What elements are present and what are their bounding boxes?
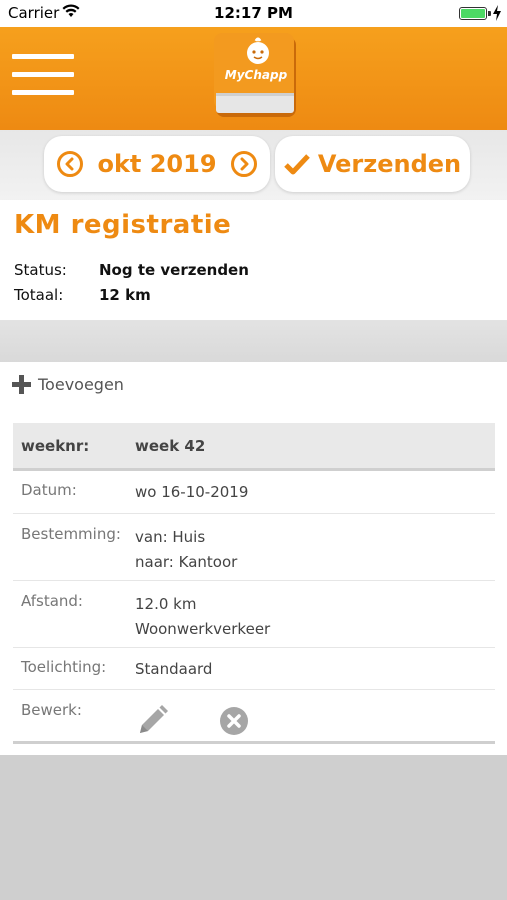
total-label: Totaal: (14, 286, 64, 304)
chevron-left-circle-icon[interactable] (57, 151, 84, 177)
clock: 12:17 PM (214, 4, 293, 22)
destination-to: naar: Kantoor (135, 553, 238, 571)
distance-type: Woonwerkverkeer (135, 620, 271, 638)
month-toolbar: okt 2019 Verzenden (0, 130, 507, 200)
date-label: Datum: (21, 481, 77, 499)
edit-actions (135, 690, 249, 741)
date-value: wo 16-10-2019 (135, 483, 249, 501)
destination-label: Bestemming: (21, 525, 121, 543)
edit-label: Bewerk: (21, 701, 82, 719)
status-label: Status: (14, 261, 67, 279)
status-row: Status: Nog te verzenden (14, 261, 249, 279)
table-row: Toelichting: Standaard (13, 648, 495, 690)
plus-icon (12, 375, 31, 394)
checkmark-icon (284, 154, 310, 175)
send-button[interactable]: Verzenden (275, 136, 470, 192)
svg-text:MyChapp: MyChapp (225, 68, 288, 82)
month-selector: okt 2019 (44, 136, 270, 192)
hamburger-menu-icon[interactable] (12, 52, 74, 98)
week-value: week 42 (135, 436, 206, 455)
total-row: Totaal: 12 km (14, 286, 151, 304)
distance-value: 12.0 km Woonwerkverkeer (135, 581, 270, 647)
pencil-icon[interactable] (135, 704, 169, 738)
send-label: Verzenden (317, 150, 462, 178)
entry-table: weeknr: week 42 Datum: wo 16-10-2019 Bes… (13, 423, 495, 744)
battery-tip (488, 11, 491, 16)
mychapp-logo: MyChapp (214, 33, 296, 117)
table-row: Bewerk: (13, 690, 495, 744)
week-label: weeknr: (21, 436, 90, 455)
destination-value: van: Huis naar: Kantoor (135, 514, 237, 580)
add-button[interactable]: Toevoegen (12, 375, 124, 394)
status-bar: Carrier 12:17 PM (0, 0, 507, 27)
app-header: MyChapp (0, 27, 507, 130)
distance-label: Afstand: (21, 592, 83, 610)
battery-icon (459, 7, 487, 20)
table-row: Bestemming: van: Huis naar: Kantoor (13, 514, 495, 581)
section-divider (0, 320, 507, 362)
table-row: Datum: wo 16-10-2019 (13, 471, 495, 514)
note-value: Standaard (135, 660, 213, 678)
destination-from: van: Huis (135, 528, 206, 546)
charging-bolt-icon (493, 5, 501, 21)
table-row: Afstand: 12.0 km Woonwerkverkeer (13, 581, 495, 648)
page-title: KM registratie (14, 210, 232, 240)
status-value: Nog te verzenden (99, 261, 249, 279)
distance-amount: 12.0 km (135, 595, 197, 613)
chevron-right-circle-icon[interactable] (230, 151, 257, 177)
delete-circle-icon[interactable] (219, 706, 249, 736)
summary-card: KM registratie Status: Nog te verzenden T… (0, 200, 507, 320)
add-label: Toevoegen (38, 375, 124, 394)
total-value: 12 km (99, 286, 151, 304)
entries-panel: Toevoegen weeknr: week 42 Datum: wo 16-1… (0, 362, 507, 755)
note-label: Toelichting: (21, 658, 107, 676)
current-month: okt 2019 (97, 150, 217, 178)
table-header: weeknr: week 42 (13, 423, 495, 471)
